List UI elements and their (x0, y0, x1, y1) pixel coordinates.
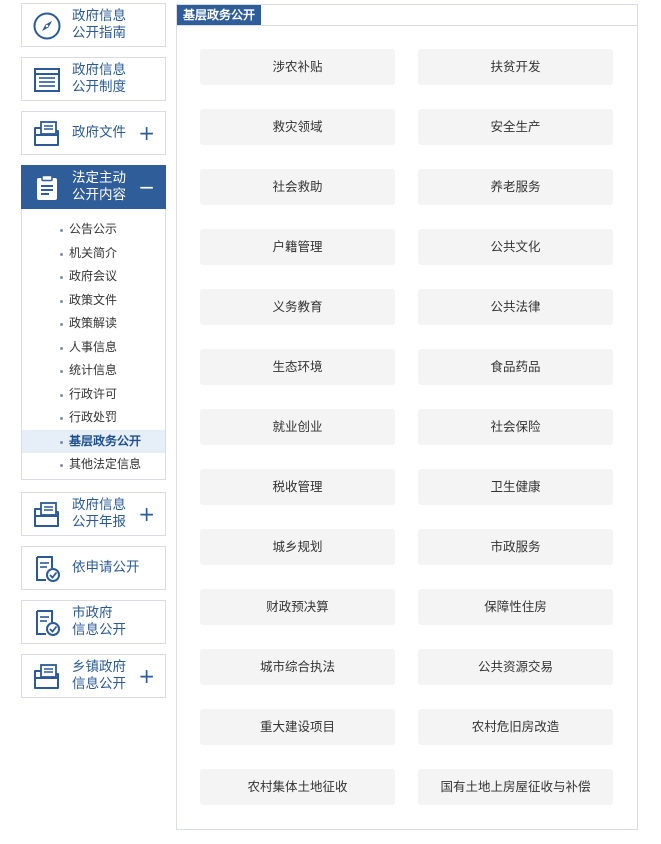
category-button[interactable]: 市政服务 (418, 529, 613, 565)
page-title: 基层政务公开 (177, 5, 262, 25)
submenu-item-government-meetings[interactable]: 政府会议 (22, 265, 165, 289)
folder-document-icon (32, 662, 62, 692)
submenu-item-agency-profile[interactable]: 机关简介 (22, 242, 165, 266)
menu-documents[interactable]: 政府文件 + (21, 111, 166, 155)
bullet-icon (60, 464, 63, 467)
category-button[interactable]: 保障性住房 (418, 589, 613, 625)
submenu-item-policy-documents[interactable]: 政策文件 (22, 289, 165, 313)
panel-header: 基层政务公开 (177, 5, 637, 26)
bullet-icon (60, 346, 63, 350)
submenu-item-penalties[interactable]: 行政处罚 (22, 406, 165, 430)
submenu-item-other-statutory[interactable]: 其他法定信息 (22, 453, 165, 477)
category-button[interactable]: 公共法律 (418, 289, 613, 325)
list-document-icon (32, 65, 62, 95)
bullet-icon (60, 299, 63, 303)
category-button[interactable]: 扶贫开发 (418, 49, 613, 85)
folder-document-icon (32, 500, 62, 530)
submenu-item-announcements[interactable]: 公告公示 (22, 218, 165, 242)
clipboard-icon (32, 173, 62, 203)
menu-statutory[interactable]: 法定主动 公开内容 − (21, 165, 166, 209)
category-button[interactable]: 食品药品 (418, 349, 613, 385)
category-button[interactable]: 财政预决算 (200, 589, 395, 625)
menu-system-label: 政府信息 公开制度 (72, 62, 126, 95)
compass-icon (32, 11, 62, 41)
category-button[interactable]: 就业创业 (200, 409, 395, 445)
menu-town-government[interactable]: 乡镇政府 信息公开 + (21, 653, 166, 698)
expand-icon[interactable]: + (138, 123, 155, 143)
menu-annual-report[interactable]: 政府信息 公开年报 + (21, 491, 166, 536)
category-button[interactable]: 户籍管理 (200, 229, 395, 265)
submenu-item-licensing[interactable]: 行政许可 (22, 383, 165, 407)
menu-system[interactable]: 政府信息 公开制度 (21, 57, 166, 101)
category-button[interactable]: 社会保险 (418, 409, 613, 445)
menu-request-disclosure-label: 依申请公开 (72, 559, 140, 575)
menu-guide[interactable]: 政府信息 公开指南 (21, 3, 166, 47)
category-button[interactable]: 救灾领域 (200, 109, 395, 145)
category-button[interactable]: 生态环境 (200, 349, 395, 385)
submenu-item-personnel[interactable]: 人事信息 (22, 336, 165, 360)
category-button[interactable]: 农村集体土地征收 (200, 769, 395, 805)
category-button[interactable]: 义务教育 (200, 289, 395, 325)
category-button[interactable]: 城乡规划 (200, 529, 395, 565)
category-button[interactable]: 公共文化 (418, 229, 613, 265)
menu-city-government-label: 市政府 信息公开 (72, 604, 126, 638)
bullet-icon (60, 229, 63, 232)
menu-statutory-label: 法定主动 公开内容 (72, 170, 126, 203)
submenu-item-statistics[interactable]: 统计信息 (22, 359, 165, 383)
expand-icon[interactable]: + (138, 666, 155, 686)
sidebar: 政府信息 公开指南 政府信息 公开制度 政府文件 + 法定主动 公开内容 − 公… (21, 3, 166, 708)
folder-document-icon (32, 119, 62, 149)
category-button[interactable]: 卫生健康 (418, 469, 613, 505)
bullet-icon (60, 393, 63, 397)
bullet-icon (60, 440, 63, 444)
bullet-icon (60, 417, 63, 420)
category-button[interactable]: 城市综合执法 (200, 649, 395, 685)
bullet-icon (60, 323, 63, 326)
content-panel: 基层政务公开 涉农补贴 扶贫开发 救灾领域 安全生产 社会救助 养老服务 户籍管… (176, 4, 638, 830)
checked-document-icon (32, 608, 62, 638)
category-button[interactable]: 公共资源交易 (418, 649, 613, 685)
menu-request-disclosure[interactable]: 依申请公开 (21, 545, 166, 590)
bullet-icon (60, 370, 63, 373)
category-button[interactable]: 涉农补贴 (200, 49, 395, 85)
category-button[interactable]: 重大建设项目 (200, 709, 395, 745)
menu-city-government[interactable]: 市政府 信息公开 (21, 599, 166, 644)
category-button[interactable]: 社会救助 (200, 169, 395, 205)
bullet-icon (60, 276, 63, 279)
submenu-item-grassroots[interactable]: 基层政务公开 (22, 429, 165, 453)
category-button[interactable]: 农村危旧房改造 (418, 709, 613, 745)
submenu-item-policy-interpretation[interactable]: 政策解读 (22, 312, 165, 336)
category-button[interactable]: 养老服务 (418, 169, 613, 205)
expand-icon[interactable]: + (138, 504, 155, 524)
category-button[interactable]: 税收管理 (200, 469, 395, 505)
statutory-submenu: 公告公示 机关简介 政府会议 政策文件 政策解读 人事信息 统计信息 行政许可 … (21, 209, 166, 480)
checked-document-icon (32, 554, 62, 584)
menu-annual-report-label: 政府信息 公开年报 (72, 496, 126, 530)
collapse-icon[interactable]: − (138, 177, 155, 197)
category-button[interactable]: 安全生产 (418, 109, 613, 145)
menu-guide-label: 政府信息 公开指南 (72, 8, 126, 41)
bullet-icon (60, 252, 63, 256)
category-button[interactable]: 国有土地上房屋征收与补偿 (418, 769, 613, 805)
menu-town-government-label: 乡镇政府 信息公开 (72, 658, 126, 692)
menu-documents-label: 政府文件 (72, 124, 126, 141)
category-grid: 涉农补贴 扶贫开发 救灾领域 安全生产 社会救助 养老服务 户籍管理 公共文化 … (200, 49, 614, 805)
